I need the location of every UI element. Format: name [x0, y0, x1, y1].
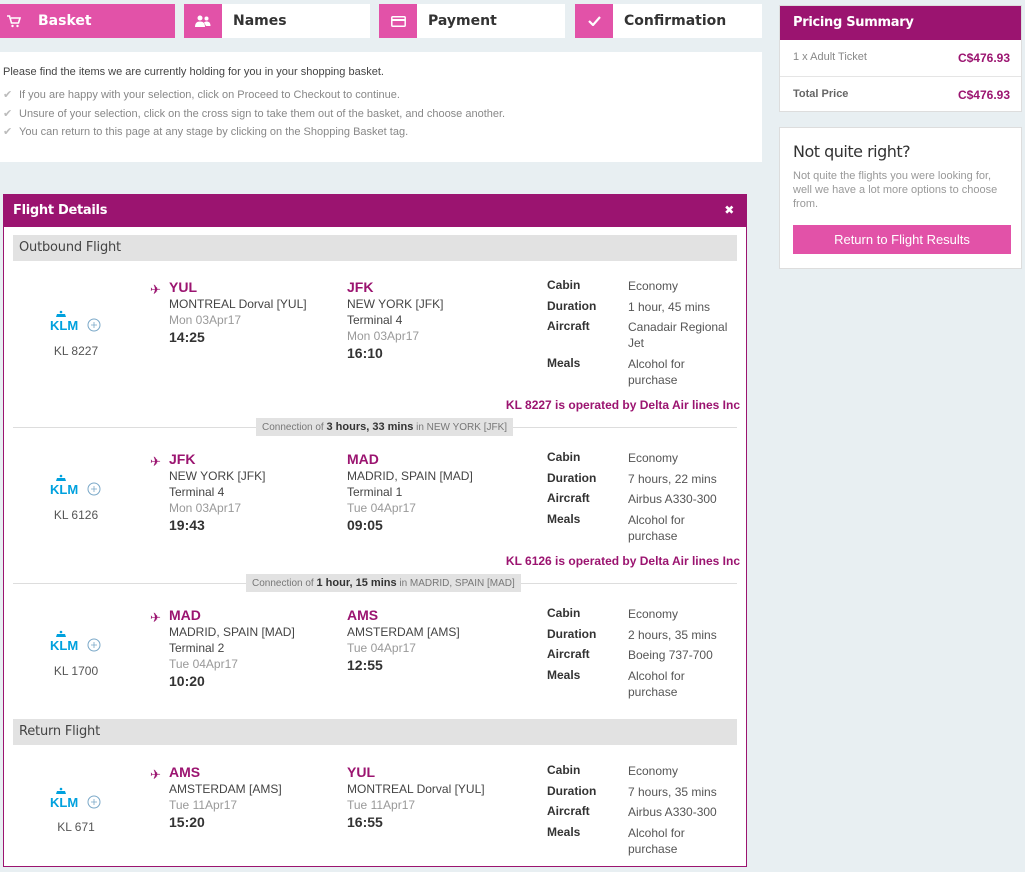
- departure: JFK NEW YORK [JFK] Terminal 4 Mon 03Apr1…: [169, 451, 266, 533]
- plane-icon: ✈: [150, 767, 161, 782]
- flight-number: KL 1700: [53, 664, 99, 678]
- svg-text:KLM: KLM: [50, 482, 78, 497]
- tip-item: ✔ If you are happy with your selection, c…: [3, 86, 759, 105]
- step-confirmation[interactable]: Confirmation: [575, 4, 762, 38]
- checkout-steps: Basket Names Payment Confirmation: [0, 4, 762, 38]
- users-icon: [184, 4, 222, 38]
- pricing-title: Pricing Summary: [780, 6, 1021, 40]
- svg-text:KLM: KLM: [50, 795, 78, 810]
- check-icon: ✔: [3, 126, 13, 138]
- basket-info: Please find the items we are currently h…: [0, 52, 762, 162]
- step-payment[interactable]: Payment: [379, 4, 565, 38]
- outbound-flight-header: Outbound Flight: [13, 235, 737, 261]
- klm-logo-icon: KLM: [50, 309, 104, 338]
- flight-details-title: Flight Details: [13, 203, 108, 218]
- connection-divider: Connection of 3 hours, 33 mins in NEW YO…: [13, 418, 737, 436]
- arrival: MAD MADRID, SPAIN [MAD] Terminal 1 Tue 0…: [347, 451, 473, 533]
- total-amount: C$476.93: [957, 88, 1010, 102]
- tip-item: ✔ Unsure of your selection, click on the …: [3, 105, 759, 124]
- plane-icon: ✈: [150, 282, 161, 297]
- departure: MAD MADRID, SPAIN [MAD] Terminal 2 Tue 0…: [169, 607, 295, 689]
- not-quite-right-box: Not quite right? Not quite the flights y…: [779, 127, 1022, 269]
- check-icon: ✔: [3, 107, 13, 120]
- connection-info: Connection of 3 hours, 33 mins in NEW YO…: [256, 418, 514, 436]
- return-flight-header: Return Flight: [13, 719, 737, 745]
- price-row: 1 x Adult Ticket C$476.93: [780, 40, 1021, 77]
- nqr-text: Not quite the flights you were looking f…: [793, 170, 998, 210]
- step-label: Confirmation: [624, 13, 727, 29]
- tip-item: ✔ You can return to this page at any stag…: [3, 123, 759, 142]
- connection-info: Connection of 1 hour, 15 mins in MADRID,…: [246, 574, 521, 592]
- credit-card-icon: [379, 4, 417, 38]
- flight-number: KL 6126: [53, 508, 99, 522]
- total-price-row: Total Price C$476.93: [793, 88, 1010, 102]
- flight-details-header: Flight Details ✖: [4, 195, 746, 227]
- step-label: Names: [233, 13, 287, 29]
- klm-logo-icon: KLM: [50, 629, 104, 658]
- arrival: YUL MONTREAL Dorval [YUL] Tue 11Apr17 16…: [347, 764, 485, 830]
- basket-intro: Please find the items we are currently h…: [3, 66, 384, 78]
- flight-number: KL 8227: [53, 344, 99, 358]
- return-to-results-button[interactable]: Return to Flight Results: [793, 225, 1011, 254]
- step-names[interactable]: Names: [184, 4, 370, 38]
- klm-logo-icon: KLM: [50, 473, 104, 502]
- nqr-title: Not quite right?: [793, 142, 911, 161]
- tips-list: ✔ If you are happy with your selection, c…: [3, 86, 759, 142]
- step-label: Basket: [38, 13, 92, 29]
- flight-details-panel: Flight Details ✖ Outbound Flight KLM KL …: [3, 194, 747, 867]
- pricing-summary: Pricing Summary 1 x Adult Ticket C$476.9…: [779, 5, 1022, 112]
- plane-icon: ✈: [150, 610, 161, 625]
- close-icon[interactable]: ✖: [724, 203, 734, 217]
- operated-by: KL 6126 is operated by Delta Air lines I…: [505, 554, 740, 568]
- svg-text:KLM: KLM: [50, 638, 78, 653]
- main-column: Basket Names Payment Confirmation Please…: [0, 0, 762, 872]
- operated-by: KL 8227 is operated by Delta Air lines I…: [505, 398, 740, 412]
- plane-icon: ✈: [150, 454, 161, 469]
- step-basket[interactable]: Basket: [0, 4, 175, 38]
- svg-text:KLM: KLM: [50, 318, 78, 333]
- arrival: JFK NEW YORK [JFK] Terminal 4 Mon 03Apr1…: [347, 279, 444, 361]
- price-amount: C$476.93: [957, 51, 1010, 65]
- klm-logo-icon: KLM: [50, 786, 104, 815]
- check-icon: [575, 4, 613, 38]
- connection-divider: Connection of 1 hour, 15 mins in MADRID,…: [13, 574, 737, 592]
- check-icon: ✔: [3, 89, 13, 101]
- arrival: AMS AMSTERDAM [AMS] Tue 04Apr17 12:55: [347, 607, 460, 673]
- cart-icon: [0, 4, 28, 38]
- departure: AMS AMSTERDAM [AMS] Tue 11Apr17 15:20: [169, 764, 282, 830]
- flight-number: KL 671: [57, 820, 95, 834]
- step-label: Payment: [428, 13, 497, 29]
- departure: YUL MONTREAL Dorval [YUL] Mon 03Apr17 14…: [169, 279, 307, 345]
